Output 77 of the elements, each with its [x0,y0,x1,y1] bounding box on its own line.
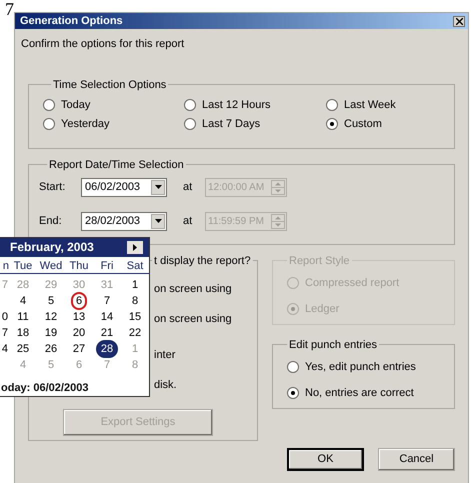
field-label: Start: [39,180,66,195]
today-label: oday: 06/02/2003 [0,380,90,396]
right-arrow-icon [133,244,137,251]
weekday-label: Thu [68,258,90,274]
group-title: Edit punch entries [288,338,378,352]
caret-icon [154,219,162,223]
window-title: Generation Options [20,14,123,29]
radio-button[interactable] [326,118,338,130]
calendar-day[interactable]: 14 [96,308,118,326]
radio-label: Last 12 Hours [202,98,270,113]
radio-button[interactable] [326,99,338,111]
date-dropdown[interactable]: 06/02/2003 [81,178,167,196]
radio-label: Yesterday [61,116,110,132]
radio-label: Last Week [344,98,396,113]
radio-label: Yes, edit punch entries [305,360,416,375]
radio-button[interactable] [43,99,55,111]
calendar-day[interactable]: 15 [124,308,146,326]
radio-button[interactable] [287,387,299,399]
caret-icon [154,185,162,189]
calendar-day[interactable]: 1 [126,276,144,294]
at-label: at [183,214,194,229]
calendar-day[interactable]: 4 [2,342,9,356]
radio-label: Last 7 Days [202,116,260,132]
calendar-day[interactable]: 7 [98,292,116,310]
calendar-day[interactable]: 19 [40,324,62,342]
radio-button[interactable] [43,118,55,130]
calendar-day[interactable]: 18 [12,324,34,342]
calendar-day[interactable]: 25 [12,340,34,358]
calendar-day[interactable]: 27 [68,340,90,358]
close-button[interactable] [453,16,465,26]
calendar-day[interactable]: 28 [96,340,118,358]
calendar-day[interactable]: 5 [42,292,60,310]
calendar-day[interactable]: 6 [70,292,88,310]
weekday-label: Sat [126,258,144,274]
option-text: on screen using [154,312,233,327]
next-month-button[interactable] [127,240,143,254]
at-label: at [183,180,194,195]
weekday-label: Wed [38,258,64,274]
radio-label: No, entries are correct [305,386,414,401]
calendar-day[interactable]: 7 [2,326,9,340]
radio-label: Today [61,98,90,113]
calendar-day[interactable]: 22 [124,324,146,342]
dropdown-arrow-button[interactable] [151,180,165,194]
calendar-day[interactable]: 12 [40,308,62,326]
group-title: t display the report? [153,254,252,268]
dialog-button[interactable]: Cancel [378,448,455,470]
option-text: inter [154,348,176,363]
option-text: disk. [154,378,178,393]
calendar-day[interactable]: 4 [14,292,32,310]
calendar-day[interactable]: 26 [40,340,62,358]
date-dropdown[interactable]: 28/02/2003 [81,212,167,230]
instruction-text: Confirm the options for this report [21,37,186,52]
option-text: on screen using [154,282,233,297]
group-title: Report Date/Time Selection [48,158,185,172]
calendar-month: February, 2003 [10,239,94,256]
field-label: End: [39,214,63,229]
calendar-day[interactable]: 11 [12,308,34,326]
page-number: 7 [4,0,14,18]
radio-button[interactable] [287,361,299,373]
radio-button[interactable] [184,99,196,111]
weekday-label: Tue [12,258,34,274]
dialog-button[interactable]: OK [287,448,364,470]
calendar-day[interactable]: 21 [96,324,118,342]
radio-label: Custom [344,116,382,132]
group-title: Report Style [288,254,351,268]
group-title: Time Selection Options [52,78,168,92]
radio-label: Ledger [305,302,340,317]
radio-button[interactable] [184,118,196,130]
weekday-label: Fri [100,258,114,274]
calendar-day[interactable]: 0 [2,310,9,324]
weekday-label: n [2,258,9,274]
dropdown-arrow-button[interactable] [151,214,165,228]
calendar-day[interactable]: 20 [68,324,90,342]
radio-label: Compressed report [305,276,400,291]
calendar-day[interactable]: 8 [126,292,144,310]
calendar-day[interactable]: 13 [68,308,90,326]
close-icon [456,18,462,24]
